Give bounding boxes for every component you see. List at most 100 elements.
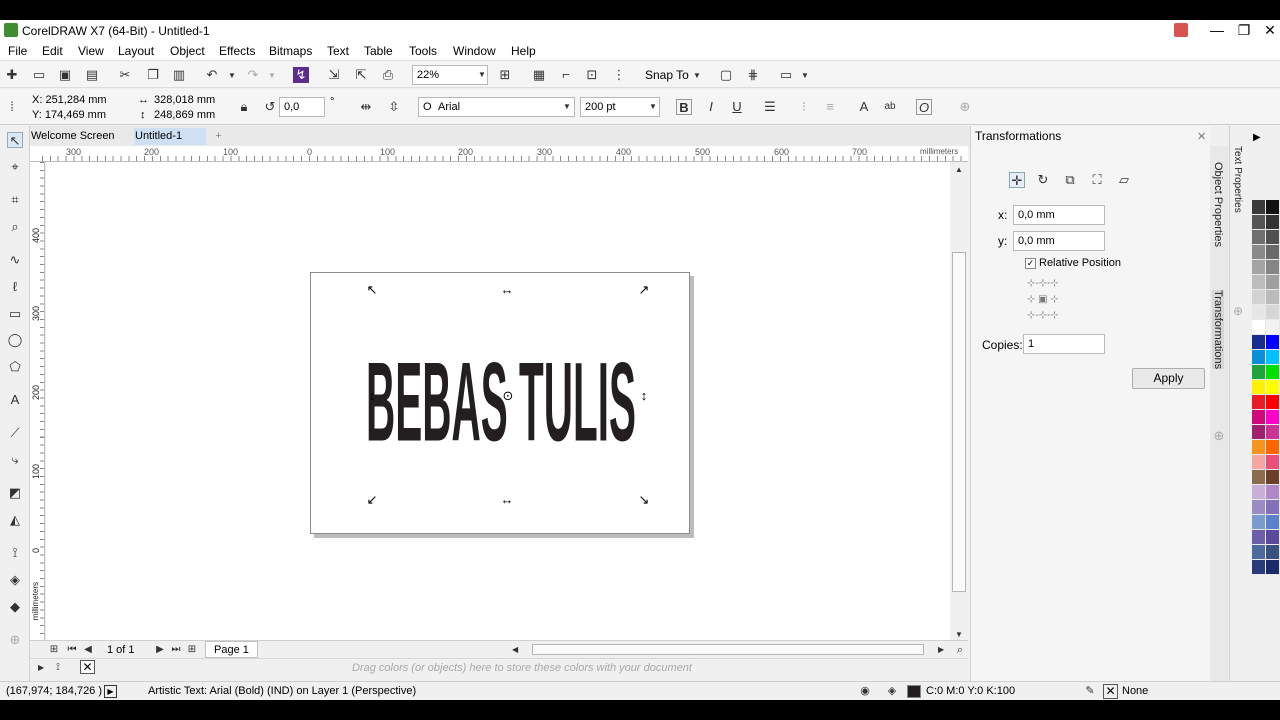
palette-color-swatch[interactable] — [1252, 380, 1266, 395]
document-palette[interactable]: ▶ ⟟ ✕ Drag colors (or objects) here to s… — [30, 658, 968, 676]
zoom-navigator-icon[interactable]: ⌕ — [952, 642, 968, 658]
palette-color-swatch[interactable] — [1266, 410, 1280, 425]
palette-color-swatch[interactable] — [1266, 395, 1280, 410]
menu-tools[interactable]: Tools — [409, 44, 437, 58]
palette-color-swatch[interactable] — [1252, 455, 1266, 470]
menu-view[interactable]: View — [78, 44, 104, 58]
user-icon[interactable] — [1174, 23, 1188, 37]
document-page[interactable]: BEBAS TULIS ↖ ↔ ↗ ↙ ↔ ↘ ↕ ↕ ⊙ — [310, 272, 690, 534]
scroll-down-icon[interactable]: ▼ — [955, 630, 963, 639]
palette-color-swatch[interactable] — [1266, 200, 1280, 215]
save-icon[interactable]: ▣ — [57, 67, 73, 83]
palette-color-swatch[interactable] — [1266, 335, 1280, 350]
palette-color-swatch[interactable] — [1252, 440, 1266, 455]
font-size-select[interactable]: 200 pt ▼ — [580, 97, 660, 117]
rotate-transform-icon[interactable]: ↻ — [1035, 172, 1051, 188]
outline-pen-icon[interactable]: ✎ — [1082, 683, 1098, 699]
palette-color-swatch[interactable] — [1252, 245, 1266, 260]
palette-color-swatch[interactable] — [1252, 365, 1266, 380]
connector-tool-icon[interactable]: ⤷ — [7, 452, 23, 468]
zoom-tool-icon[interactable]: ⌕ — [7, 219, 23, 235]
snap-chevron-icon[interactable]: ▼ — [693, 71, 701, 80]
x-offset-input[interactable]: 0,0 mm — [1013, 205, 1105, 225]
last-page-icon[interactable]: ⏭ — [168, 642, 184, 658]
palette-color-swatch[interactable] — [1252, 230, 1266, 245]
first-page-icon[interactable]: ⏮ — [64, 642, 80, 658]
palette-color-swatch[interactable] — [1252, 530, 1266, 545]
no-color-swatch-icon[interactable]: ✕ — [80, 660, 95, 674]
palette-color-swatch[interactable] — [1266, 350, 1280, 365]
palette-color-swatch[interactable] — [1252, 485, 1266, 500]
vertical-ruler[interactable]: 400 300 200 100 0 millimeters — [30, 162, 45, 640]
palette-color-swatch[interactable] — [1252, 275, 1266, 290]
docker-close-icon[interactable]: ✕ — [1197, 130, 1206, 143]
transparency-tool-icon[interactable]: ◭ — [7, 512, 23, 528]
skew-transform-icon[interactable]: ▱ — [1116, 172, 1132, 188]
palette-color-swatch[interactable] — [1266, 470, 1280, 485]
menu-bitmaps[interactable]: Bitmaps — [269, 44, 312, 58]
menu-object[interactable]: Object — [170, 44, 205, 58]
palette-color-swatch[interactable] — [1252, 335, 1266, 350]
palette-color-swatch[interactable] — [1252, 470, 1266, 485]
add-plus-icon[interactable]: ⊕ — [957, 99, 973, 115]
tab-text-properties[interactable]: Text Properties — [1232, 146, 1243, 213]
tab-object-properties[interactable]: Object Properties — [1212, 162, 1224, 247]
zoom-to-page-icon[interactable]: ⊞ — [497, 67, 513, 83]
y-offset-input[interactable]: 0,0 mm — [1013, 231, 1105, 251]
drop-shadow-tool-icon[interactable]: ◩ — [7, 485, 23, 501]
close-button[interactable]: ✕ — [1256, 20, 1280, 41]
palette-color-swatch[interactable] — [1252, 395, 1266, 410]
italic-icon[interactable]: I — [703, 99, 719, 115]
palette-color-swatch[interactable] — [1252, 545, 1266, 560]
redo-dropdown-icon[interactable]: ▼ — [268, 71, 276, 80]
pick-tool-icon[interactable]: ↖ — [7, 132, 23, 148]
add-tool-icon[interactable]: ⊕ — [7, 632, 23, 648]
font-family-select[interactable]: O Arial ▼ — [418, 97, 575, 117]
page-tab-1[interactable]: Page 1 — [205, 641, 258, 658]
skew-handle-bottom-icon[interactable]: ↔ — [500, 493, 514, 507]
object-width-value[interactable]: 328,018 mm — [154, 94, 215, 106]
size-transform-icon[interactable]: ⛶ — [1089, 172, 1105, 188]
palette-color-swatch[interactable] — [1266, 530, 1280, 545]
freehand-tool-icon[interactable]: ∿ — [7, 252, 23, 268]
palette-color-swatch[interactable] — [1266, 545, 1280, 560]
add-page-before-icon[interactable]: ⊞ — [46, 642, 62, 658]
palette-color-swatch[interactable] — [1266, 365, 1280, 380]
crop-tool-icon[interactable]: ⌗ — [7, 192, 23, 208]
menu-text[interactable]: Text — [327, 44, 349, 58]
text-tool-icon[interactable]: A — [7, 392, 23, 408]
relative-position-checkbox[interactable]: ✓ — [1025, 258, 1036, 269]
skew-handle-left-icon[interactable]: ↕ — [365, 389, 379, 403]
import-icon[interactable]: ⇲ — [326, 67, 342, 83]
palette-color-swatch[interactable] — [1252, 560, 1266, 575]
palette-flyout-icon[interactable]: ▶ — [38, 663, 44, 672]
rotate-handle-bottom-right-icon[interactable]: ↘ — [637, 493, 651, 507]
anchor-grid-icon[interactable]: ⊹-⊹-⊹ ⊹ ▣ ⊹ ⊹-⊹-⊹ — [1027, 276, 1059, 324]
object-height-value[interactable]: 248,869 mm — [154, 109, 215, 121]
palette-color-swatch[interactable] — [1252, 320, 1266, 335]
apply-button[interactable]: Apply — [1132, 368, 1205, 389]
rotate-handle-top-right-icon[interactable]: ↗ — [637, 283, 651, 297]
palette-color-swatch[interactable] — [1266, 455, 1280, 470]
ellipse-tool-icon[interactable]: ◯ — [7, 332, 23, 348]
add-docker-icon[interactable]: ⊕ — [1211, 428, 1227, 444]
launch-icon[interactable]: ▭ — [778, 67, 794, 83]
drop-cap-icon[interactable]: ≡ — [822, 99, 838, 115]
scale-mirror-transform-icon[interactable]: ⧉ — [1062, 172, 1078, 188]
palette-color-swatch[interactable] — [1252, 305, 1266, 320]
scroll-left-icon[interactable]: ◀ — [512, 645, 518, 654]
smart-fill-tool-icon[interactable]: ◆ — [7, 599, 23, 615]
scroll-right-icon[interactable]: ▶ — [938, 645, 944, 654]
menu-window[interactable]: Window — [453, 44, 496, 58]
show-grid-icon[interactable]: ⊡ — [584, 67, 600, 83]
show-rulers-icon[interactable]: ⌐ — [558, 67, 574, 83]
rectangle-tool-icon[interactable]: ▭ — [7, 306, 23, 322]
outline-none-swatch-icon[interactable]: ✕ — [1103, 684, 1118, 699]
palette-color-swatch[interactable] — [1252, 425, 1266, 440]
shape-tool-icon[interactable]: ⌖ — [7, 159, 23, 175]
app-launcher-icon[interactable]: ▦ — [531, 67, 547, 83]
palette-color-swatch[interactable] — [1252, 410, 1266, 425]
menu-help[interactable]: Help — [511, 44, 536, 58]
vertical-scroll-thumb[interactable] — [952, 252, 966, 592]
bold-icon[interactable]: B — [676, 99, 692, 115]
